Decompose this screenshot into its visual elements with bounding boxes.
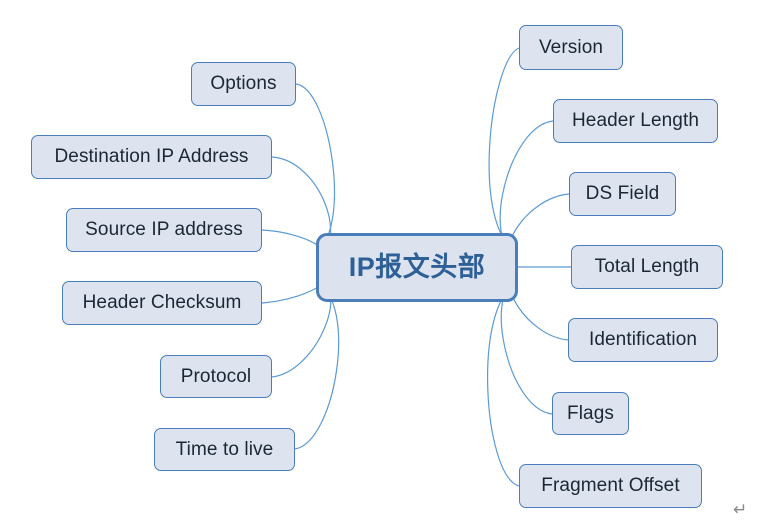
node-source-ip-address-label: Source IP address [85,219,243,240]
center-node-label: IP报文头部 [348,251,486,282]
connector-time-to-live [294,282,340,450]
node-destination-ip-address-label: Destination IP Address [54,146,249,167]
node-protocol-label: Protocol [180,365,252,387]
paragraph-mark-icon: ↵ [733,500,748,519]
node-options[interactable]: Options [191,62,296,106]
node-identification-label: Identification [588,329,698,350]
connector-identification [509,271,569,341]
node-fragment-offset-label: Fragment Offset [541,475,680,496]
node-version-label: Version [538,36,604,58]
node-version[interactable]: Version [519,25,623,70]
node-header-length-label: Header Length [571,110,699,131]
node-time-to-live[interactable]: Time to live [154,428,295,471]
node-options-label: Options [210,73,277,94]
node-protocol[interactable]: Protocol [160,355,272,398]
node-ds-field[interactable]: DS Field [569,172,676,216]
node-destination-ip-address[interactable]: Destination IP Address [31,135,272,179]
connector-version [488,47,520,253]
node-time-to-live-label: Time to live [175,438,274,460]
connector-options [295,83,335,253]
center-node-ip-header[interactable]: IP报文头部 [316,233,518,302]
node-total-length-label: Total Length [594,256,700,277]
node-header-length[interactable]: Header Length [553,99,718,143]
node-header-checksum-label: Header Checksum [82,292,242,313]
node-source-ip-address[interactable]: Source IP address [66,208,262,252]
node-header-checksum[interactable]: Header Checksum [62,281,262,325]
mindmap-canvas: IP报文头部 Version Header Length DS Field To… [0,0,768,527]
node-flags[interactable]: Flags [552,392,629,435]
node-flags-label: Flags [567,402,614,424]
node-total-length[interactable]: Total Length [571,245,723,289]
connector-fragment-offset [486,282,520,487]
node-ds-field-label: DS Field [585,183,660,204]
node-identification[interactable]: Identification [568,318,718,362]
node-fragment-offset[interactable]: Fragment Offset [519,464,702,508]
